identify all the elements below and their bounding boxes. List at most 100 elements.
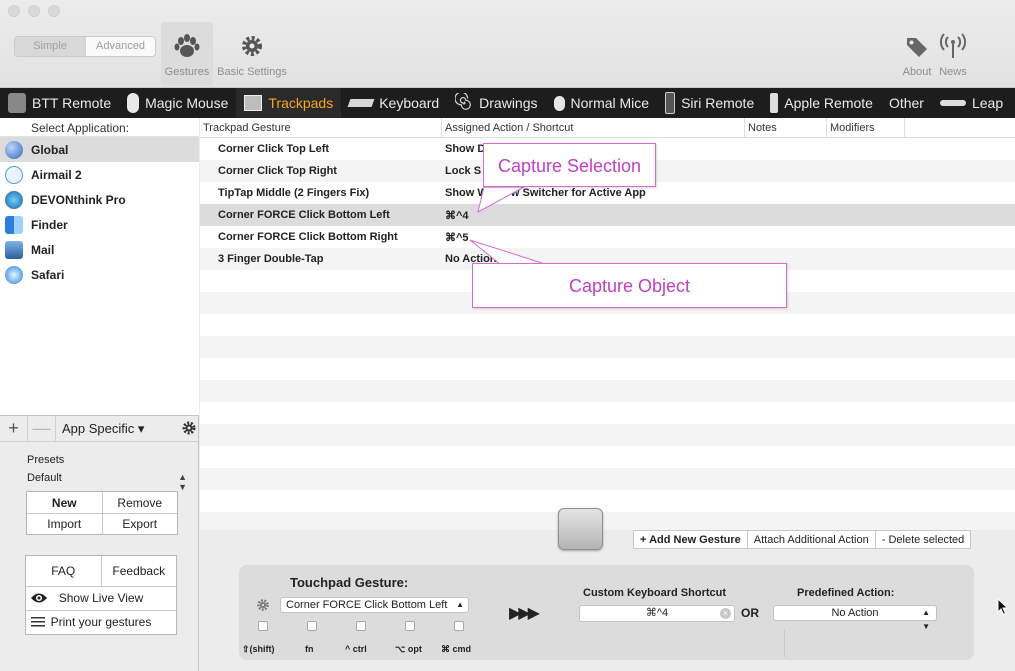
print-gestures-button[interactable]: Print your gestures [26, 611, 176, 634]
table-body: Corner Click Top Left Show D Corner Clic… [200, 138, 1015, 530]
gestures-label: Gestures [164, 66, 210, 78]
news-toolbar-button[interactable]: News [936, 22, 970, 78]
faq-button[interactable]: FAQ [26, 556, 101, 586]
gesture-cell: 3 Finger Double-Tap [218, 253, 324, 265]
mail-icon [5, 240, 23, 259]
gesture-action-bar: + Add New Gesture Attach Additional Acti… [633, 530, 972, 549]
attach-additional-action-button[interactable]: Attach Additional Action [746, 531, 875, 548]
export-preset-button[interactable]: Export [101, 514, 178, 534]
add-app-button[interactable]: + [0, 415, 28, 442]
app-specific-dropdown[interactable]: App Specific ▾ [62, 421, 144, 437]
mode-simple-button[interactable]: Simple [15, 37, 85, 56]
tab-trackpads[interactable]: Trackpads [236, 88, 342, 118]
tab-keyboard[interactable]: Keyboard [341, 88, 447, 118]
left-pane: Select Application: Global Airmail 2 DEV… [0, 118, 199, 671]
toolbar: Simple Advanced Gestures Basic Settings … [0, 0, 1015, 88]
shift-checkbox[interactable] [258, 621, 268, 631]
app-name: DEVONthink Pro [31, 192, 126, 207]
gesture-cell: Corner Click Top Right [218, 165, 337, 177]
column-header-action[interactable]: Assigned Action / Shortcut [442, 118, 745, 137]
new-preset-button[interactable]: New [27, 492, 102, 513]
gesture-options-gear-icon[interactable] [256, 598, 270, 612]
gesture-cell: TipTap Middle (2 Fingers Fix) [218, 187, 370, 199]
gestures-toolbar-button[interactable]: Gestures [161, 22, 213, 86]
gesture-cell: Corner Click Top Left [218, 143, 330, 155]
mouse-icon [553, 95, 565, 111]
app-item-devonthink[interactable]: DEVONthink Pro [0, 187, 199, 212]
antenna-icon [940, 33, 966, 58]
ctrl-checkbox[interactable] [356, 621, 366, 631]
close-window-button[interactable] [8, 5, 20, 17]
table-row[interactable]: Corner FORCE Click Bottom Left ⌘^4 [200, 204, 1015, 226]
app-settings-gear-icon[interactable] [181, 420, 197, 436]
presets-label: Presets [27, 454, 65, 466]
zoom-window-button[interactable] [48, 5, 60, 17]
predefined-action-select[interactable]: No Action ▲ ▼ [773, 605, 937, 631]
news-label: News [939, 66, 967, 78]
application-list-header: Select Application: [0, 118, 199, 137]
list-icon [31, 617, 45, 627]
tab-drawings[interactable]: Drawings [447, 88, 545, 118]
minimize-window-button[interactable] [28, 5, 40, 17]
gesture-select[interactable]: Corner FORCE Click Bottom Left ▲▼ [280, 597, 469, 613]
custom-shortcut-field[interactable]: ⌘^4 × [579, 605, 735, 622]
app-item-mail[interactable]: Mail [0, 237, 199, 262]
column-header-gesture[interactable]: Trackpad Gesture [200, 118, 442, 137]
about-toolbar-button[interactable]: About [900, 22, 934, 78]
column-header-modifiers[interactable]: Modifiers [827, 118, 905, 137]
help-buttons: FAQ Feedback Show Live View Print your g… [25, 555, 177, 635]
app-item-airmail[interactable]: Airmail 2 [0, 162, 199, 187]
remove-preset-button[interactable]: Remove [101, 492, 178, 513]
app-item-safari[interactable]: Safari [0, 262, 199, 287]
preset-select[interactable]: Default ▲ ▼ [27, 472, 189, 492]
basic-settings-toolbar-button[interactable]: Basic Settings [216, 22, 288, 78]
opt-checkbox[interactable] [405, 621, 415, 631]
column-header-notes[interactable]: Notes [745, 118, 827, 137]
mode-advanced-button[interactable]: Advanced [85, 37, 155, 56]
app-item-global[interactable]: Global [0, 137, 199, 162]
gesture-select-value: Corner FORCE Click Bottom Left [286, 599, 448, 611]
paw-icon [174, 34, 200, 57]
empty-row [200, 358, 1015, 380]
keyboard-icon [347, 99, 375, 107]
delete-selected-button[interactable]: - Delete selected [874, 531, 971, 548]
import-preset-button[interactable]: Import [27, 514, 102, 534]
column-header-empty [905, 118, 1015, 137]
btt-remote-icon [8, 93, 26, 113]
print-gestures-label: Print your gestures [50, 615, 152, 629]
siri-remote-icon [665, 92, 676, 114]
add-new-gesture-button[interactable]: + Add New Gesture [634, 531, 747, 548]
globe-icon [5, 140, 23, 159]
shift-label: ⇧(shift) [242, 644, 275, 654]
app-name: Airmail 2 [31, 167, 82, 182]
updown-arrows-icon: ▲▼ [178, 472, 187, 492]
tab-leap[interactable]: Leap [932, 88, 1011, 118]
tab-normal-mice[interactable]: Normal Mice [546, 88, 658, 118]
app-name: Finder [31, 217, 68, 232]
preset-value: Default [27, 472, 62, 484]
app-item-finder[interactable]: Finder [0, 212, 199, 237]
tab-siri-remote[interactable]: Siri Remote [657, 88, 762, 118]
show-live-view-button[interactable]: Show Live View [26, 587, 176, 610]
ctrl-label: ^ ctrl [345, 644, 367, 654]
drag-handle[interactable] [558, 508, 603, 550]
clear-shortcut-icon[interactable]: × [720, 608, 731, 619]
empty-row [200, 490, 1015, 512]
cmd-checkbox[interactable] [454, 621, 464, 631]
tab-apple-remote[interactable]: Apple Remote [762, 88, 881, 118]
tab-other[interactable]: Other [881, 88, 932, 118]
table-row[interactable]: Corner FORCE Click Bottom Right ⌘^5 [200, 226, 1015, 248]
tab-label: Normal Mice [570, 95, 650, 111]
remove-app-button[interactable]: — [28, 415, 56, 442]
empty-row [200, 446, 1015, 468]
feedback-button[interactable]: Feedback [100, 556, 177, 586]
fn-label: fn [305, 644, 314, 654]
fn-checkbox[interactable] [307, 621, 317, 631]
tab-magic-mouse[interactable]: Magic Mouse [119, 88, 236, 118]
tab-btt-remote[interactable]: BTT Remote [0, 88, 119, 118]
custom-shortcut-value: ⌘^4 [645, 607, 669, 619]
gesture-editor-panel: Touchpad Gesture: Corner FORCE Click Bot… [239, 565, 974, 660]
trackpad-icon [244, 95, 263, 111]
show-live-view-label: Show Live View [58, 591, 144, 605]
updown-arrows-icon: ▲▼ [456, 600, 464, 609]
